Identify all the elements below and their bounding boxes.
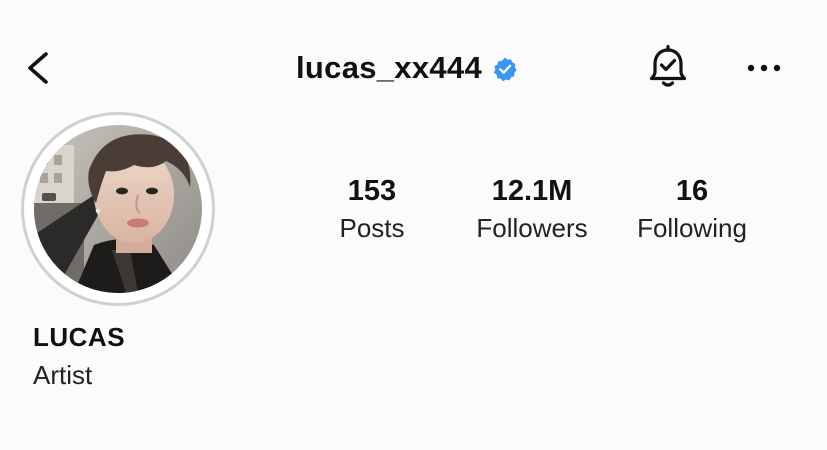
following-stat[interactable]: 16 Following <box>624 172 760 246</box>
following-label: Following <box>637 213 747 243</box>
chevron-left-icon <box>28 52 48 84</box>
posts-stat[interactable]: 153 Posts <box>320 172 424 246</box>
username-title: lucas_xx444 <box>296 46 518 90</box>
bell-check-icon <box>649 44 687 87</box>
more-horizontal-icon <box>747 64 781 72</box>
verified-badge-icon <box>493 57 517 82</box>
followers-label: Followers <box>476 213 588 243</box>
more-options-button[interactable] <box>740 48 788 88</box>
profile-category: Artist <box>33 360 93 390</box>
avatar <box>34 125 202 293</box>
followers-count: 12.1M <box>491 175 573 207</box>
notifications-button[interactable] <box>644 44 692 92</box>
followers-stat[interactable]: 12.1M Followers <box>462 172 602 246</box>
posts-count: 153 <box>347 175 397 207</box>
username: lucas_xx444 <box>296 50 483 85</box>
display-name: LUCAS <box>33 322 126 352</box>
profile-avatar-button[interactable] <box>21 112 215 306</box>
avatar-photo <box>34 125 202 293</box>
posts-label: Posts <box>339 213 405 243</box>
following-count: 16 <box>675 175 709 207</box>
back-button[interactable] <box>20 46 60 90</box>
